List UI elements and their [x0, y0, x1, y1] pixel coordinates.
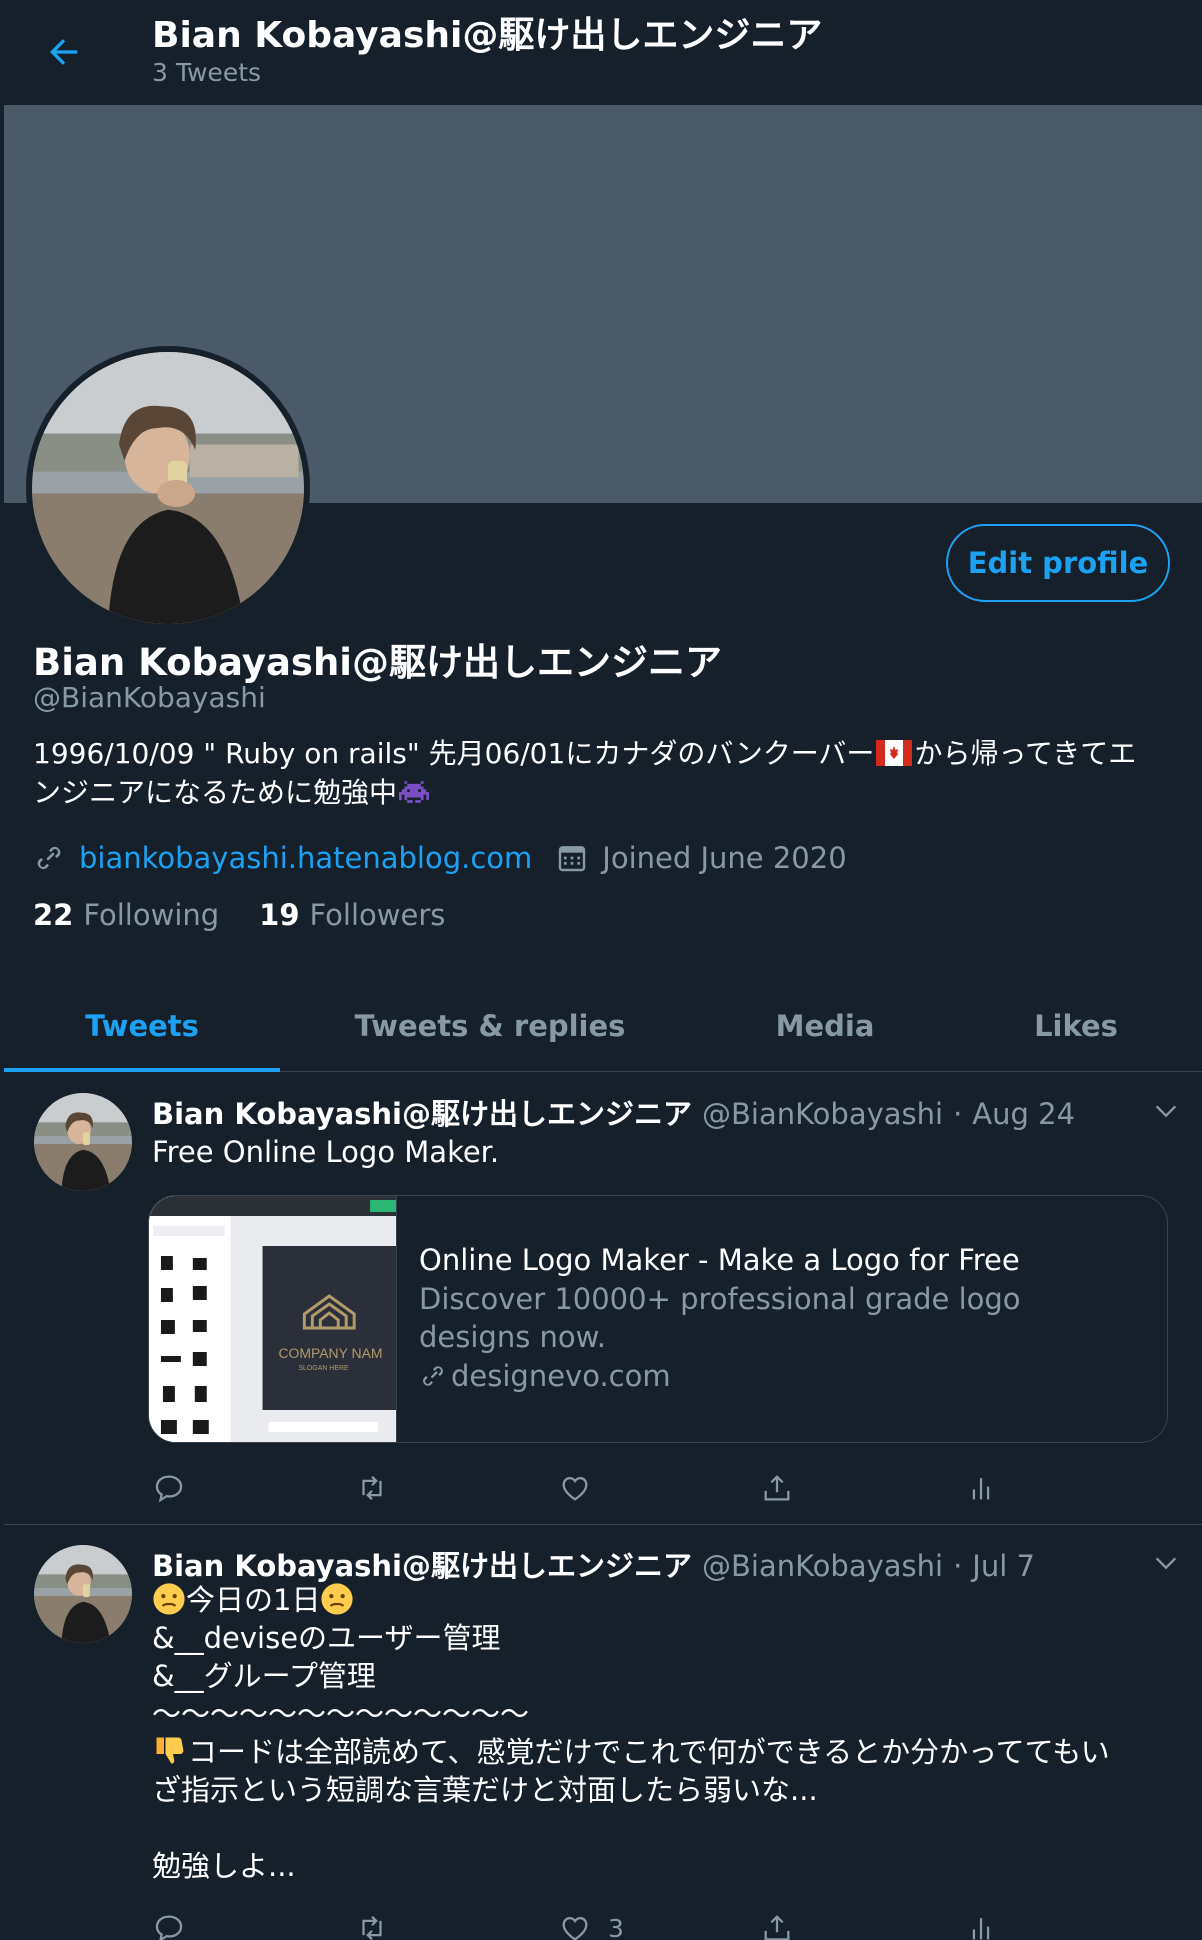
thumb-slogan-text: SLOGAN HERE	[298, 1365, 349, 1372]
tweet-actions: 3	[152, 1908, 1012, 1940]
like-button[interactable]: 3	[558, 1908, 624, 1940]
chevron-down-icon[interactable]	[1152, 1549, 1180, 1577]
like-icon	[562, 1916, 588, 1940]
tweet-line-8: 勉強しよ...	[152, 1849, 296, 1883]
analytics-button[interactable]	[964, 1908, 998, 1940]
tweet-avatar[interactable]	[34, 1545, 132, 1643]
reply-button[interactable]	[152, 1468, 186, 1508]
profile-handle: @BianKobayashi	[33, 681, 266, 714]
retweet-button[interactable]	[355, 1908, 389, 1940]
tab-tweets-replies[interactable]: Tweets & replies	[280, 980, 700, 1072]
slightly-frowning-face-icon	[153, 1583, 185, 1615]
retweet-icon	[362, 1475, 382, 1501]
slightly-frowning-face-icon	[321, 1583, 354, 1615]
tweet-line-2: &__deviseのユーザー管理	[152, 1621, 501, 1655]
follow-stats: 22 Following 19 Followers	[33, 898, 485, 932]
tweet-author-handle[interactable]: @BianKobayashi	[702, 1097, 943, 1131]
card-domain: designevo.com	[419, 1356, 1139, 1396]
tweet-separator: ·	[953, 1097, 963, 1131]
like-count: 3	[608, 1913, 624, 1940]
canada-flag-icon	[876, 740, 913, 766]
space-invader-icon	[399, 781, 430, 803]
like-button[interactable]	[558, 1468, 608, 1508]
analytics-icon	[972, 1478, 990, 1500]
tweet-separator: ·	[953, 1549, 963, 1583]
tab-media[interactable]: Media	[700, 980, 950, 1072]
profile-page: Bian Kobayashi@駆け出しエンジニア 3 Tweets Edit p…	[0, 0, 1202, 1940]
profile-avatar[interactable]	[26, 346, 310, 630]
retweet-icon	[362, 1915, 382, 1940]
card-description: Discover 10000+ professional grade logo …	[419, 1282, 1021, 1354]
reply-icon	[155, 1475, 183, 1503]
tweet-avatar[interactable]	[34, 1093, 132, 1191]
followers-label[interactable]: Followers	[310, 898, 446, 932]
joined-date: Joined June 2020	[602, 841, 847, 875]
link-icon	[423, 1366, 443, 1386]
profile-bio: 1996/10/09 " Ruby on rails" 先月06/01にカナダの…	[33, 734, 1173, 812]
bio-text-1a: 1996/10/09 " Ruby on rails" 先月06/01にカナダの…	[33, 737, 875, 770]
tweet-date[interactable]: Jul 7	[972, 1549, 1035, 1583]
card-domain-text: designevo.com	[451, 1359, 671, 1393]
tweet-author-name[interactable]: Bian Kobayashi@駆け出しエンジニア	[152, 1543, 692, 1585]
link-card[interactable]: COMPANY NAM SLOGAN HERE Online Logo Make…	[148, 1195, 1168, 1443]
tweet-date[interactable]: Aug 24	[972, 1097, 1075, 1131]
card-title: Online Logo Maker - Make a Logo for Free	[419, 1243, 1020, 1277]
top-header: Bian Kobayashi@駆け出しエンジニア 3 Tweets	[0, 0, 1202, 105]
tab-tweets[interactable]: Tweets	[4, 980, 280, 1072]
reply-icon	[155, 1915, 183, 1940]
bio-text-2: ンジニアになるために勉強中	[33, 776, 398, 809]
share-button[interactable]	[760, 1468, 794, 1508]
edit-profile-button[interactable]: Edit profile	[946, 524, 1170, 602]
following-label[interactable]: Following	[83, 898, 219, 932]
thumbs-down-icon	[156, 1737, 184, 1764]
tweet-line-5: コードは全部読めて、感覚だけでこれで何ができるとか分かっててもい	[188, 1735, 1110, 1769]
following-count[interactable]: 22	[33, 898, 73, 932]
tab-likes[interactable]: Likes	[950, 980, 1202, 1072]
followers-count[interactable]: 19	[259, 898, 299, 932]
back-arrow-icon[interactable]	[44, 32, 84, 72]
tweet-line-5-wrap: コードは全部読めて、感覚だけでこれで何ができるとか分かっててもい	[152, 1733, 1172, 1771]
tweet[interactable]: Bian Kobayashi@駆け出しエンジニア @BianKobayashi …	[4, 1525, 1202, 1940]
chevron-down-icon[interactable]	[1152, 1097, 1180, 1125]
tweet-actions	[152, 1468, 1012, 1508]
tweet-line-6: ざ指示という短調な言葉だけと対面したら弱いな...	[152, 1773, 818, 1807]
tweet-header: Bian Kobayashi@駆け出しエンジニア @BianKobayashi …	[152, 1543, 1035, 1585]
thumb-company-text: COMPANY NAM	[278, 1345, 382, 1361]
card-thumbnail: COMPANY NAM SLOGAN HERE	[149, 1196, 397, 1442]
tweet-line-4: 〜〜〜〜〜〜〜〜〜〜〜〜〜	[152, 1697, 530, 1731]
bio-text-1b: から帰ってきてエ	[914, 737, 1137, 770]
active-tab-indicator	[4, 1068, 280, 1072]
tweet-header: Bian Kobayashi@駆け出しエンジニア @BianKobayashi …	[152, 1091, 1075, 1133]
link-icon	[37, 846, 61, 870]
profile-tabs: Tweets Tweets & replies Media Likes	[4, 980, 1202, 1072]
analytics-button[interactable]	[964, 1468, 998, 1508]
share-button[interactable]	[760, 1908, 794, 1940]
tweet-line-3: &__グループ管理	[152, 1659, 376, 1693]
tweet-text: Free Online Logo Maker.	[152, 1133, 1172, 1171]
bio-line-1: 1996/10/09 " Ruby on rails" 先月06/01にカナダの…	[33, 734, 1173, 773]
retweet-button[interactable]	[355, 1468, 389, 1508]
reply-button[interactable]	[152, 1908, 186, 1940]
calendar-icon	[559, 846, 586, 872]
tweet-text-line: 今日の1日	[152, 1581, 1172, 1619]
tweet-text-line: Free Online Logo Maker.	[152, 1135, 500, 1169]
header-title: Bian Kobayashi@駆け出しエンジニア	[152, 15, 823, 56]
analytics-icon	[972, 1918, 990, 1940]
card-body: Online Logo Maker - Make a Logo for Free…	[419, 1240, 1139, 1396]
tweet-text: 今日の1日 &__deviseのユーザー管理 &__グループ管理 〜〜〜〜〜〜〜…	[152, 1581, 1172, 1885]
tweet-line-1: 今日の1日	[186, 1583, 321, 1617]
tweet-author-name[interactable]: Bian Kobayashi@駆け出しエンジニア	[152, 1091, 692, 1133]
like-icon	[562, 1476, 588, 1501]
header-tweet-count: 3 Tweets	[152, 58, 262, 87]
profile-name: Bian Kobayashi@駆け出しエンジニア	[33, 641, 722, 684]
bio-line-2: ンジニアになるために勉強中	[33, 773, 1173, 812]
tweet-author-handle[interactable]: @BianKobayashi	[702, 1549, 943, 1583]
tweet-line-7	[152, 1809, 1172, 1847]
share-icon	[764, 1915, 790, 1940]
website-link[interactable]: biankobayashi.hatenablog.com	[79, 841, 532, 875]
share-icon	[764, 1475, 790, 1501]
profile-meta: biankobayashi.hatenablog.com Joined June…	[33, 838, 847, 878]
